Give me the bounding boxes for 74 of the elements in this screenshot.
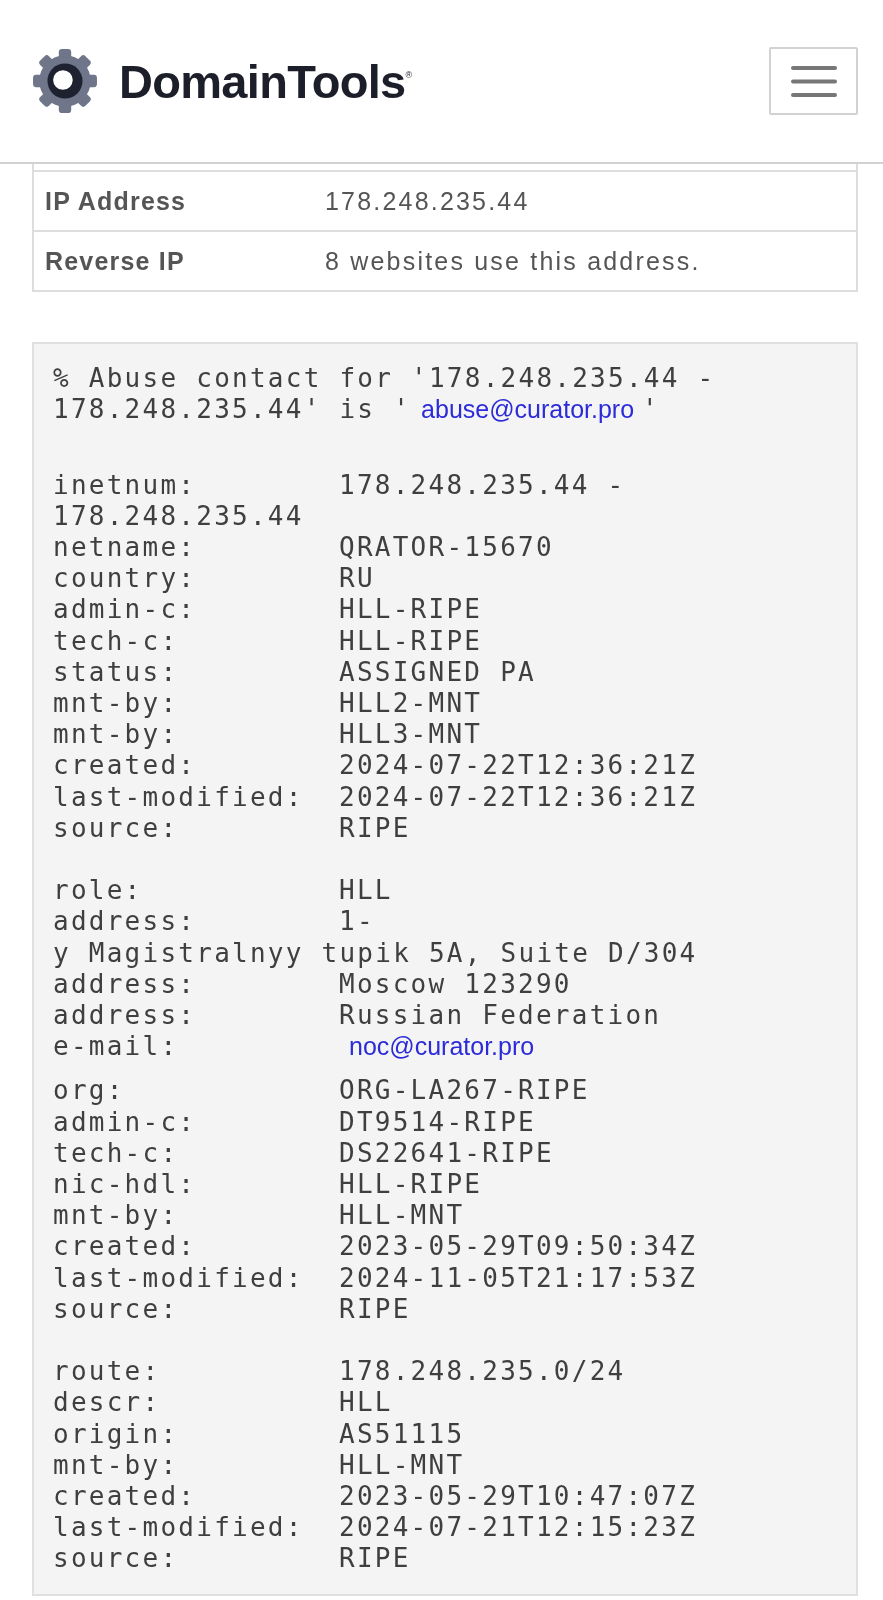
field-value: HLL-RIPE — [339, 1169, 483, 1201]
field-name: mnt-by: — [53, 719, 179, 751]
field-name: mnt-by: — [53, 1449, 179, 1482]
field-name: tech-c: — [53, 1137, 179, 1170]
field-value: 178.248.235.44 — [53, 500, 304, 532]
field-name: status: — [53, 656, 179, 688]
field-name: created: — [53, 1481, 197, 1513]
field-value: 2023-05-29T10:47:07Z — [339, 1481, 698, 1513]
field-value: 2024-07-21T12:15:23Z — [339, 1512, 698, 1544]
field-value: HLL3-MNT — [339, 719, 483, 751]
field-name: admin-c: — [53, 1106, 197, 1138]
field-name: e-mail: — [53, 1031, 179, 1064]
field-name: admin-c: — [53, 594, 197, 626]
field-value: DT9514-RIPE — [339, 1106, 536, 1138]
field-name: mnt-by: — [53, 688, 179, 720]
menu-button[interactable] — [769, 47, 858, 115]
field-name: role: — [53, 875, 143, 907]
field-value: 1- — [339, 906, 375, 938]
field-value: 2023-05-29T09:50:34Z — [339, 1231, 698, 1263]
field-name: mnt-by: — [53, 1200, 179, 1232]
field-value: 2024-07-22T12:36:21Z — [339, 750, 698, 782]
row-label: IP Address — [44, 186, 187, 216]
field-name: address: — [53, 968, 197, 1001]
field-name: created: — [53, 750, 197, 782]
field-value: AS51115 — [339, 1418, 465, 1450]
field-value: HLL — [339, 1387, 393, 1419]
field-value: HLL2-MNT — [339, 688, 483, 720]
gear-logo-icon — [32, 48, 98, 114]
field-value: 178.248.235.0/24 — [339, 1356, 626, 1388]
row-value: 178.248.235.44 — [325, 186, 530, 216]
field-name: org: — [53, 1075, 125, 1107]
field-value: HLL — [339, 875, 393, 907]
field-name: address: — [53, 906, 197, 938]
field-name: address: — [53, 1000, 197, 1032]
field-value: RIPE — [339, 812, 411, 845]
field-value: HLL-RIPE — [339, 625, 483, 657]
field-value: QRATOR-15670 — [339, 532, 554, 564]
field-value: RIPE — [339, 1293, 411, 1326]
field-name: tech-c: — [53, 625, 179, 657]
field-value: 178.248.235.44 - — [339, 469, 626, 501]
field-name: last-modified: — [53, 1512, 304, 1544]
field-value: HLL-MNT — [339, 1449, 465, 1482]
field-value: Moscow 123290 — [339, 968, 572, 1001]
abuse-contact-text: % Abuse contact for '178.248.235.44 - 178.248.235.44' is ' abuse@curator.pro ' — [53, 363, 717, 428]
field-value: Russian Federation — [339, 1000, 662, 1032]
field-name: last-modified: — [53, 781, 304, 813]
field-value: DS22641-RIPE — [339, 1137, 554, 1170]
row-label: Reverse IP — [44, 246, 185, 276]
field-name: source: — [53, 1543, 179, 1575]
field-name: netname: — [53, 532, 197, 564]
field-value: 2024-07-22T12:36:21Z — [339, 781, 698, 813]
field-name: origin: — [53, 1418, 179, 1450]
field-value: HLL-RIPE — [339, 594, 483, 626]
field-name: descr: — [53, 1387, 161, 1419]
email-link[interactable]: noc@curator.pro — [349, 1031, 535, 1063]
field-name: country: — [53, 563, 197, 595]
field-name: route: — [53, 1356, 161, 1388]
email-link[interactable]: abuse@curator.pro — [421, 394, 635, 426]
row-value: 8 websites use this address. — [325, 246, 701, 276]
menu-icon — [790, 65, 837, 97]
logo-text: DomainTools$^{®}$ — [119, 57, 413, 105]
field-value: 2024-11-05T21:17:53Z — [339, 1262, 698, 1294]
field-value: RIPE — [339, 1543, 411, 1575]
field-value: HLL-MNT — [339, 1200, 465, 1232]
field-name: source: — [53, 1293, 179, 1326]
field-value: RU — [339, 563, 375, 595]
field-value: y Magistralnyy tupik 5A, Suite D/304 — [53, 937, 698, 969]
field-name: created: — [53, 1231, 197, 1263]
field-name: inetnum: — [53, 469, 197, 501]
field-value: ASSIGNED PA — [339, 656, 536, 688]
field-name: nic-hdl: — [53, 1169, 197, 1201]
field-name: source: — [53, 812, 179, 845]
field-name: last-modified: — [53, 1262, 304, 1294]
field-value: ORG-LA267-RIPE — [339, 1075, 590, 1107]
